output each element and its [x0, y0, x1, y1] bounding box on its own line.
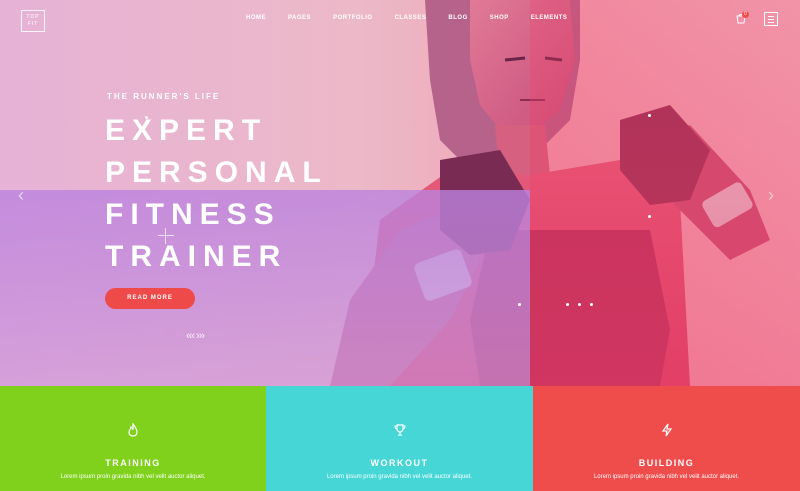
menu-button[interactable]	[764, 12, 778, 26]
nav-item-home[interactable]: HOME	[246, 15, 266, 21]
lightning-icon	[661, 423, 672, 437]
feature-description: Lorem ipsum proin gravida nibh vel velit…	[60, 474, 206, 480]
menu-line-icon	[768, 19, 774, 20]
nav-item-portfolio[interactable]: PORTFOLIO	[333, 15, 373, 21]
cart-count-badge: 0	[742, 11, 749, 18]
hero-headline-line-2: PERSONAL	[105, 156, 328, 189]
feature-title: BUILDING	[638, 458, 695, 468]
hero-headline-line-3: FITNESS	[105, 198, 281, 231]
feature-card-building[interactable]: BUILDING Lorem ipsum proin gravida nibh …	[533, 386, 800, 491]
nav-item-shop[interactable]: SHOP	[490, 15, 509, 21]
sparkle-dot	[578, 303, 581, 306]
nav-item-classes[interactable]: CLASSES	[395, 15, 427, 21]
trophy-icon	[393, 424, 406, 436]
hero-headline-line-1: EXPERT	[105, 114, 268, 147]
nav-item-blog[interactable]: BLOG	[448, 15, 467, 21]
hero-overlay-red	[530, 0, 800, 386]
feature-title: TRAINING	[105, 458, 161, 468]
sparkle-dot	[145, 116, 148, 119]
read-more-button[interactable]: READ MORE	[105, 288, 195, 309]
nav-item-pages[interactable]: PAGES	[288, 15, 311, 21]
slider-next-arrow-icon[interactable]: ›	[768, 185, 774, 206]
slider-navigation-control[interactable]: ‹‹‹ ›››	[186, 330, 205, 342]
menu-line-icon	[768, 16, 774, 17]
flame-icon	[128, 423, 138, 437]
feature-title: WORKOUT	[370, 458, 429, 468]
sparkle-dot	[518, 303, 521, 306]
site-logo[interactable]: TOP FIT	[21, 10, 45, 32]
feature-description: Lorem ipsum proin gravida nibh vel velit…	[593, 474, 740, 480]
slider-prev-arrow-icon[interactable]: ‹	[18, 185, 24, 206]
page: TOP FIT HOME PAGES PORTFOLIO CLASSES BLO…	[0, 0, 800, 491]
hero-headline-line-4: TRAINER	[105, 240, 288, 273]
crosshair-decoration	[158, 228, 174, 244]
logo-line-2: FIT	[27, 21, 39, 27]
feature-description: Lorem ipsum proin gravida nibh vel velit…	[326, 474, 473, 480]
hero-section: TOP FIT HOME PAGES PORTFOLIO CLASSES BLO…	[0, 0, 800, 386]
sparkle-dot	[648, 114, 651, 117]
sparkle-dot	[566, 303, 569, 306]
logo-line-1: TOP	[26, 14, 40, 20]
menu-line-icon	[768, 22, 774, 23]
hero-kicker: THE RUNNER'S LIFE	[107, 92, 221, 101]
main-nav: HOME PAGES PORTFOLIO CLASSES BLOG SHOP E…	[246, 15, 589, 21]
nav-item-elements[interactable]: ELEMENTS	[531, 15, 568, 21]
feature-card-training[interactable]: TRAINING Lorem ipsum proin gravida nibh …	[0, 386, 266, 491]
sparkle-dot	[590, 303, 593, 306]
feature-card-workout[interactable]: WORKOUT Lorem ipsum proin gravida nibh v…	[266, 386, 533, 491]
sparkle-dot	[648, 215, 651, 218]
